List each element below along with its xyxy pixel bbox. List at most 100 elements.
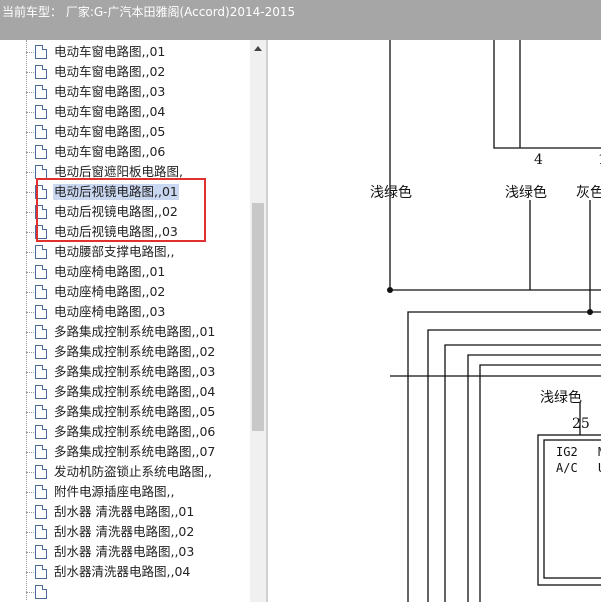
tree-item[interactable]: 发动机防盗锁止系统电路图,, — [26, 462, 250, 482]
tree-branch-line — [26, 392, 34, 393]
tree-item[interactable]: 多路集成控制系统电路图,,07 — [26, 442, 250, 462]
tree-branch-line — [26, 312, 34, 313]
junction-dot — [587, 309, 593, 315]
tree-item[interactable]: 刮水器清洗器电路图,,04 — [26, 562, 250, 582]
tree-branch-line — [26, 292, 34, 293]
tree-item-label: 刮水器 清洗器电路图,,02 — [54, 524, 195, 539]
wire-color-label: 灰色 — [576, 184, 601, 201]
tree-branch-line — [26, 432, 34, 433]
tree-branch-line — [26, 152, 34, 153]
connector-text: A/C — [556, 461, 578, 475]
title-text: 当前车型： 厂家:G-广汽本田雅阁(Accord)2014-2015 — [2, 5, 296, 19]
tree-branch-line — [26, 332, 34, 333]
document-icon — [35, 405, 47, 419]
tree-item-label: 多路集成控制系统电路图,,04 — [54, 384, 216, 399]
tree-branch-line — [26, 112, 34, 113]
document-icon — [35, 585, 47, 599]
document-icon — [35, 145, 47, 159]
tree-item-label: 多路集成控制系统电路图,,02 — [54, 344, 216, 359]
tree-item-label: 刮水器清洗器电路图,,04 — [54, 564, 191, 579]
tree-branch-line — [26, 52, 34, 53]
tree-item[interactable]: 电动车窗电路图,,05 — [26, 122, 250, 142]
document-icon — [35, 385, 47, 399]
tree-item-label: 多路集成控制系统电路图,,07 — [54, 444, 216, 459]
tree-item[interactable]: 电动座椅电路图,,02 — [26, 282, 250, 302]
tree-branch-line — [26, 212, 34, 213]
tree-item[interactable]: 电动车窗电路图,,01 — [26, 42, 250, 62]
tree-branch-line — [26, 172, 34, 173]
tree-item-label: 电动座椅电路图,,03 — [54, 304, 166, 319]
tree-item[interactable]: 电动座椅电路图,,01 — [26, 262, 250, 282]
tree-item[interactable]: 附件电源插座电路图,, — [26, 482, 250, 502]
wiring-diagram: 4 1 浅绿色 浅绿色 灰色 浅绿色 25 IG2 A/C M U — [370, 40, 601, 602]
document-icon — [35, 465, 47, 479]
diagram-tree[interactable]: 电动车窗电路图,,01 电动车窗电路图,,02 电动车窗电路图,,03 电动车窗电路图… — [0, 40, 250, 602]
document-icon — [35, 125, 47, 139]
tree-item[interactable]: 多路集成控制系统电路图,,02 — [26, 342, 250, 362]
scroll-up-arrow-icon[interactable] — [254, 46, 262, 51]
tree-item[interactable]: 刮水器 清洗器电路图,,03 — [26, 542, 250, 562]
tree-item-label: 刮水器 清洗器电路图,,03 — [54, 544, 195, 559]
wire-line — [493, 40, 601, 149]
highlight-box — [36, 178, 206, 242]
tree-item-label: 电动车窗电路图,,05 — [54, 124, 166, 139]
document-icon — [35, 365, 47, 379]
tree-scrollbar[interactable] — [250, 40, 266, 602]
tree-branch-line — [26, 272, 34, 273]
tree-item-label: 电动座椅电路图,,01 — [54, 264, 166, 279]
document-icon — [35, 565, 47, 579]
document-icon — [35, 105, 47, 119]
scrollbar-thumb[interactable] — [252, 203, 264, 431]
tree-item-label: 电动车窗电路图,,04 — [54, 104, 166, 119]
tree-branch-line — [26, 452, 34, 453]
document-icon — [35, 445, 47, 459]
connector-text: IG2 — [556, 445, 578, 459]
tree-branch-line — [26, 252, 34, 253]
document-icon — [35, 245, 47, 259]
tree-item-label: 刮水器 清洗器电路图,,01 — [54, 504, 195, 519]
wire-color-label: 浅绿色 — [505, 184, 547, 201]
document-icon — [35, 485, 47, 499]
tree-item-label: 多路集成控制系统电路图,,06 — [54, 424, 216, 439]
tree-branch-line — [26, 352, 34, 353]
document-icon — [35, 505, 47, 519]
tree-branch-line — [26, 72, 34, 73]
tree-item-label: 多路集成控制系统电路图,,01 — [54, 324, 216, 339]
document-icon — [35, 85, 47, 99]
document-icon — [35, 45, 47, 59]
document-icon — [35, 165, 47, 179]
tree-item[interactable]: 电动车窗电路图,,04 — [26, 102, 250, 122]
tree-branch-line — [26, 512, 34, 513]
wire-color-label: 浅绿色 — [540, 389, 582, 406]
tree-item-label: 发动机防盗锁止系统电路图,, — [54, 464, 212, 479]
pin-label: 4 — [534, 152, 543, 168]
tree-item-label: 电动车窗电路图,,03 — [54, 84, 166, 99]
tree-item[interactable]: 刮水器 清洗器电路图,,02 — [26, 522, 250, 542]
tree-item[interactable]: 电动腰部支撑电路图,, — [26, 242, 250, 262]
tree-item-label: 电动座椅电路图,,02 — [54, 284, 166, 299]
tree-item[interactable]: 电动车窗电路图,,02 — [26, 62, 250, 82]
document-icon — [35, 65, 47, 79]
tree-item[interactable]: 多路集成控制系统电路图,,04 — [26, 382, 250, 402]
document-icon — [35, 265, 47, 279]
document-icon — [35, 545, 47, 559]
tree-item[interactable]: 多路集成控制系统电路图,,06 — [26, 422, 250, 442]
tree-branch-line — [26, 412, 34, 413]
tree-item[interactable]: 多路集成控制系统电路图,,05 — [26, 402, 250, 422]
tree-item-label: 电动车窗电路图,,02 — [54, 64, 166, 79]
tree-item-label: 多路集成控制系统电路图,,03 — [54, 364, 216, 379]
tree-branch-line — [26, 492, 34, 493]
pin-label: 25 — [572, 416, 590, 432]
tree-item[interactable]: 电动座椅电路图,,03 — [26, 302, 250, 322]
tree-item[interactable]: 电动车窗电路图,,06 — [26, 142, 250, 162]
tree-branch-line — [26, 572, 34, 573]
tree-branch-line — [26, 592, 34, 593]
tree-item[interactable]: 多路集成控制系统电路图,,01 — [26, 322, 250, 342]
tree-item[interactable]: 多路集成控制系统电路图,,03 — [26, 362, 250, 382]
tree-item[interactable]: 电动车窗电路图,,03 — [26, 82, 250, 102]
tree-item[interactable] — [26, 582, 250, 602]
tree-branch-line — [26, 192, 34, 193]
document-icon — [35, 425, 47, 439]
tree-item[interactable]: 刮水器 清洗器电路图,,01 — [26, 502, 250, 522]
tree-branch-line — [26, 132, 34, 133]
